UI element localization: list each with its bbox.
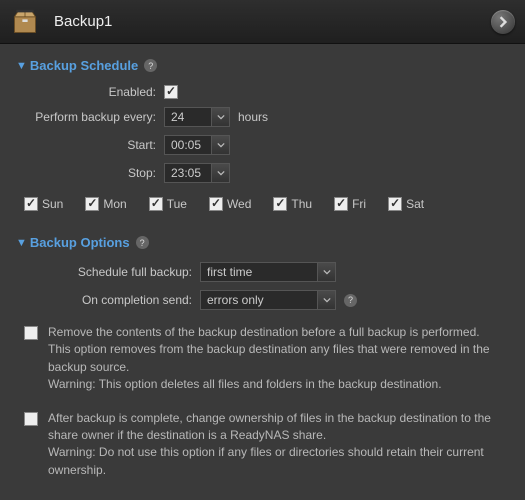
day-tue[interactable]: Tue — [149, 197, 187, 211]
chevron-down-icon — [211, 164, 229, 182]
page-title: Backup1 — [54, 13, 491, 30]
stop-label: Stop: — [16, 166, 164, 180]
next-arrow-button[interactable] — [491, 10, 515, 34]
days-row: Sun Mon Tue Wed Thu Fri Sat — [16, 191, 509, 217]
collapse-triangle-icon: ▼ — [16, 60, 27, 72]
every-suffix: hours — [238, 110, 268, 124]
change-owner-text: After backup is complete, change ownersh… — [48, 410, 501, 480]
chevron-down-icon — [211, 108, 229, 126]
enabled-label: Enabled: — [16, 85, 164, 99]
change-owner-checkbox[interactable] — [24, 412, 38, 426]
option-remove-contents: Remove the contents of the backup destin… — [16, 318, 509, 400]
full-backup-select[interactable]: first time — [200, 262, 336, 282]
every-label: Perform backup every: — [16, 110, 164, 124]
full-backup-label: Schedule full backup: — [16, 265, 200, 279]
start-label: Start: — [16, 138, 164, 152]
help-icon[interactable]: ? — [136, 236, 149, 249]
start-select[interactable]: 00:05 — [164, 135, 230, 155]
chevron-down-icon — [211, 136, 229, 154]
day-sat[interactable]: Sat — [388, 197, 424, 211]
remove-contents-checkbox[interactable] — [24, 326, 38, 340]
send-label: On completion send: — [16, 293, 200, 307]
section-header-schedule[interactable]: ▼ Backup Schedule ? — [16, 58, 509, 73]
help-icon[interactable]: ? — [344, 294, 357, 307]
chevron-down-icon — [317, 291, 335, 309]
section-header-options[interactable]: ▼ Backup Options ? — [16, 235, 509, 250]
day-sun[interactable]: Sun — [24, 197, 63, 211]
remove-contents-text: Remove the contents of the backup destin… — [48, 324, 501, 394]
section-label: Backup Schedule — [30, 58, 138, 73]
section-label: Backup Options — [30, 235, 130, 250]
option-change-owner: After backup is complete, change ownersh… — [16, 404, 509, 486]
stop-select[interactable]: 23:05 — [164, 163, 230, 183]
day-wed[interactable]: Wed — [209, 197, 251, 211]
collapse-triangle-icon: ▼ — [16, 237, 27, 249]
enabled-checkbox[interactable] — [164, 85, 178, 99]
day-thu[interactable]: Thu — [273, 197, 312, 211]
chevron-down-icon — [317, 263, 335, 281]
backup-box-icon — [10, 7, 40, 37]
day-mon[interactable]: Mon — [85, 197, 126, 211]
send-select[interactable]: errors only — [200, 290, 336, 310]
every-select[interactable]: 24 — [164, 107, 230, 127]
panel-header: Backup1 — [0, 0, 525, 44]
day-fri[interactable]: Fri — [334, 197, 366, 211]
help-icon[interactable]: ? — [144, 59, 157, 72]
